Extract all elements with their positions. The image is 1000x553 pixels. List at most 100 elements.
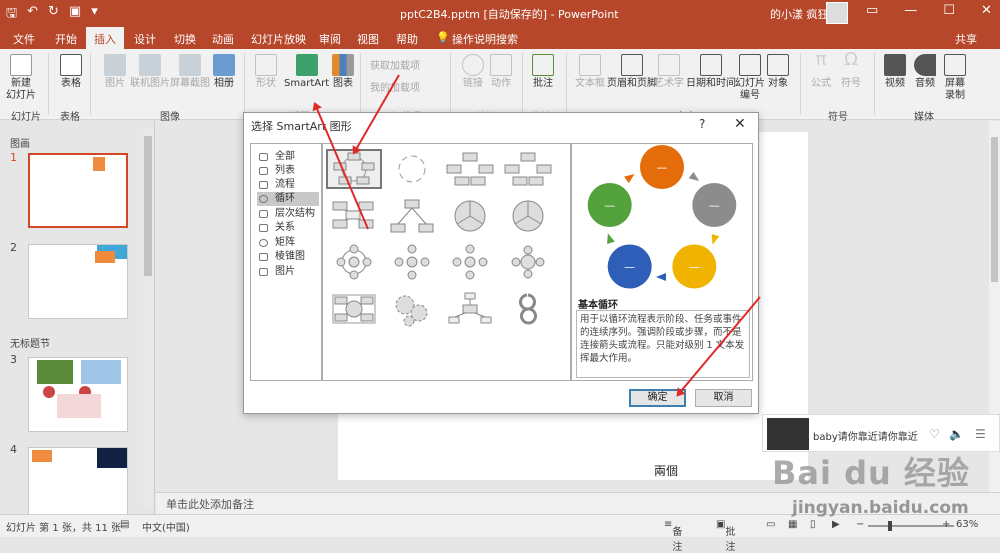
wordart-button[interactable]: 艺术字: [654, 54, 684, 90]
layout-radial-cycle[interactable]: [326, 242, 382, 282]
layout-text-cycle[interactable]: [384, 149, 440, 189]
pictures-button[interactable]: 图片: [104, 54, 126, 90]
slide-thumbnail-4[interactable]: [28, 447, 128, 522]
comment-button[interactable]: 批注: [532, 54, 554, 90]
menu-icon[interactable]: ☰: [975, 427, 986, 441]
object-button[interactable]: 对象: [767, 54, 789, 90]
tell-me-search[interactable]: 操作说明搜索: [452, 31, 518, 47]
help-icon[interactable]: ?: [699, 117, 705, 131]
ribbon-display-icon[interactable]: ▭: [866, 3, 878, 18]
link-button[interactable]: 链接: [462, 54, 484, 90]
heart-icon[interactable]: ♡: [929, 427, 940, 441]
slide-thumbnail-3[interactable]: [28, 357, 128, 432]
comments-toggle[interactable]: ▣ 批注: [716, 519, 735, 553]
section-header[interactable]: 无标题节: [10, 335, 50, 350]
slide-thumbnail-2[interactable]: [28, 244, 128, 319]
watermark: Bai du 经验 jingyan.baidu.com: [762, 448, 1000, 528]
equation-button[interactable]: π 公式: [810, 51, 832, 90]
slide-thumbnail-1[interactable]: [28, 153, 128, 228]
layout-continuous-cycle[interactable]: [326, 196, 382, 236]
category-matrix[interactable]: 矩阵: [257, 236, 319, 250]
music-notification[interactable]: baby请你靠近请你靠近 ♡ 🔈 ☰: [762, 414, 1000, 452]
tab-slideshow[interactable]: 幻灯片放映: [251, 31, 306, 47]
table-button[interactable]: 表格: [60, 54, 82, 90]
category-picture[interactable]: 图片: [257, 265, 319, 279]
tab-insert[interactable]: 插入: [86, 27, 124, 49]
category-list-item[interactable]: 列表: [257, 164, 319, 178]
layout-cycle-matrix[interactable]: [326, 289, 382, 329]
notes-toggle[interactable]: ≡ 备注: [664, 519, 682, 553]
category-cycle[interactable]: 循环: [257, 192, 319, 206]
action-button[interactable]: 动作: [490, 54, 512, 90]
redo-icon[interactable]: ↻: [48, 4, 59, 26]
tab-file[interactable]: 文件: [13, 31, 35, 47]
customize-qat-icon[interactable]: ▾: [91, 4, 98, 26]
volume-icon[interactable]: 🔈: [949, 427, 964, 441]
close-icon[interactable]: ✕: [734, 116, 746, 132]
tab-review[interactable]: 审阅: [319, 31, 341, 47]
tab-help[interactable]: 帮助: [396, 31, 418, 47]
tab-view[interactable]: 视图: [357, 31, 379, 47]
category-all[interactable]: 全部: [257, 150, 319, 164]
tab-home[interactable]: 开始: [55, 31, 77, 47]
save-icon[interactable]: 🖫: [6, 4, 17, 26]
layout-block-cycle[interactable]: [442, 149, 498, 189]
thumbnail-scrollbar[interactable]: [143, 128, 153, 508]
get-addins-button[interactable]: 获取加载项: [370, 61, 420, 73]
share-button[interactable]: 共享: [955, 31, 977, 47]
textbox-button[interactable]: 文本框: [575, 54, 605, 90]
layout-diverging-radial[interactable]: [442, 242, 498, 282]
present-icon[interactable]: ▣: [69, 4, 81, 26]
section-header[interactable]: 图画: [10, 135, 30, 150]
date-time-button[interactable]: 日期和时间: [686, 54, 736, 90]
chart-button[interactable]: 图表: [332, 54, 354, 90]
audio-button[interactable]: 音频: [914, 54, 936, 90]
preview-cycle-arrow: [656, 273, 666, 281]
layout-segmented-cycle[interactable]: [442, 196, 498, 236]
layout-multidirectional-cycle[interactable]: [384, 196, 440, 236]
screen-recording-button[interactable]: 屏幕 录制: [944, 54, 966, 102]
tab-design[interactable]: 设计: [134, 31, 156, 47]
divider: [874, 53, 875, 115]
user-name[interactable]: 的小漾 疯狂: [770, 6, 829, 22]
photo-album-button[interactable]: 相册: [213, 54, 235, 90]
shapes-button[interactable]: 形状: [255, 54, 277, 90]
layout-pie-cycle[interactable]: [500, 196, 556, 236]
maximize-icon[interactable]: ☐: [943, 3, 955, 18]
category-process[interactable]: 流程: [257, 178, 319, 192]
close-window-icon[interactable]: ✕: [981, 3, 992, 18]
scroll-thumb[interactable]: [991, 137, 998, 282]
album-icon: [213, 54, 235, 76]
layout-nondirectional-cycle[interactable]: [500, 149, 556, 189]
header-footer-button[interactable]: 页眉和页脚: [607, 54, 657, 90]
divider: [522, 53, 523, 115]
tab-animations[interactable]: 动画: [212, 31, 234, 47]
layout-radial-venn[interactable]: [500, 242, 556, 282]
scroll-thumb[interactable]: [144, 136, 152, 276]
category-pyramid[interactable]: 棱锥图: [257, 250, 319, 264]
symbol-button[interactable]: Ω 符号: [840, 51, 862, 90]
screenshot-button[interactable]: 屏幕截图: [170, 54, 210, 90]
slide-number-button[interactable]: 幻灯片 编号: [735, 54, 765, 102]
hash-icon: [739, 54, 761, 76]
tab-transitions[interactable]: 切换: [174, 31, 196, 47]
undo-icon[interactable]: ↶: [27, 4, 38, 26]
online-pictures-button[interactable]: 联机图片: [130, 54, 170, 90]
layout-circle-arrow-process[interactable]: [500, 289, 556, 329]
language[interactable]: 中文(中国): [142, 519, 190, 534]
spellcheck-icon[interactable]: ▤: [120, 519, 129, 530]
layout-radial-cluster[interactable]: [442, 289, 498, 329]
category-hierarchy[interactable]: 层次结构: [257, 207, 319, 221]
layout-gear[interactable]: [384, 289, 440, 329]
new-slide-button[interactable]: 新建 幻灯片: [6, 54, 36, 102]
layout-basic-radial[interactable]: [384, 242, 440, 282]
cancel-button[interactable]: 取消: [695, 389, 752, 407]
category-relationship[interactable]: 关系: [257, 221, 319, 235]
minimize-icon[interactable]: —: [904, 3, 917, 18]
video-button[interactable]: 视频: [884, 54, 906, 90]
slide-text[interactable]: 兩個: [654, 462, 678, 479]
avatar[interactable]: [826, 2, 848, 24]
smartart-button[interactable]: SmartArt: [284, 54, 329, 90]
divider: [450, 53, 451, 115]
my-addins-button[interactable]: 我的加载项: [370, 83, 420, 95]
